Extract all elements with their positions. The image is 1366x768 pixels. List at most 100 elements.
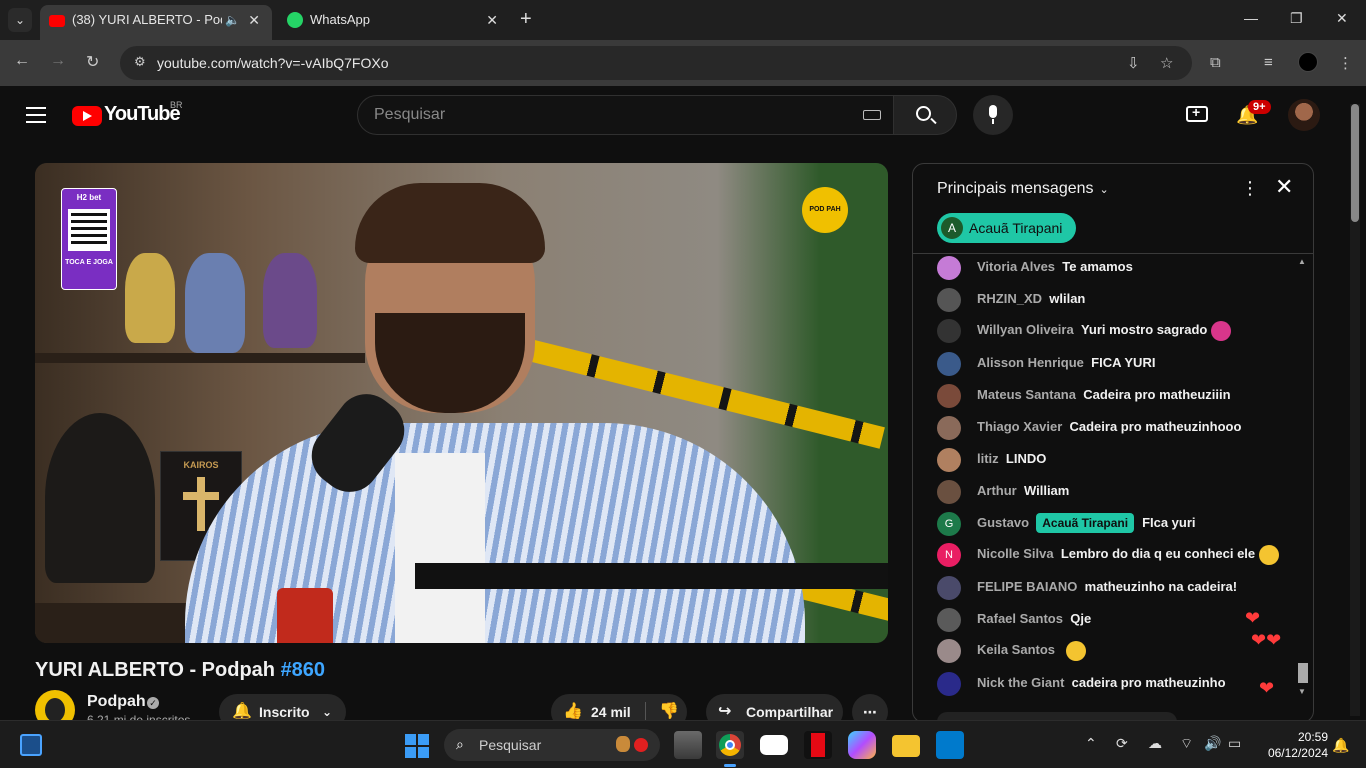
scrollbar-thumb[interactable] [1351, 104, 1359, 222]
minimize-icon[interactable]: — [1244, 10, 1258, 26]
volume-icon[interactable]: 🔊 [1204, 735, 1221, 752]
onedrive-icon[interactable]: ☁ [1148, 735, 1162, 752]
keyboard-icon[interactable] [863, 110, 881, 120]
chat-author-name[interactable]: RHZIN_XD wlilan [977, 287, 1085, 311]
chat-author-avatar[interactable]: N [937, 543, 961, 567]
channel-name[interactable]: Podpah [87, 693, 146, 711]
chat-author-name[interactable]: Willyan Oliveira Yuri mostro sagrado [977, 318, 1232, 342]
chat-author-avatar[interactable] [937, 352, 961, 376]
chat-author-avatar[interactable] [937, 672, 961, 696]
windows-start-icon[interactable] [405, 734, 429, 758]
chat-author-label[interactable]: Keila Santos [977, 642, 1055, 657]
vscode-icon[interactable] [936, 731, 964, 759]
wifi-icon[interactable]: ⌔ [1180, 735, 1193, 753]
chat-scrollbar[interactable]: ▲ ▼ [1297, 257, 1308, 697]
restore-icon[interactable]: ❐ [1290, 10, 1303, 27]
video-hashtag-link[interactable]: #860 [281, 659, 326, 681]
chat-author-name[interactable]: Vitoria Alves Te amamos [977, 255, 1133, 279]
file-explorer-icon[interactable] [892, 735, 920, 757]
tab-youtube[interactable]: (38) YURI ALBERTO - Podpah #860 - YouTub… [40, 5, 272, 40]
chat-author-name[interactable]: litiz LINDO [977, 447, 1046, 471]
battery-icon[interactable]: ▭ [1228, 735, 1241, 752]
video-player[interactable]: KAIROS H2 bet TOCA E JOGA POD PAH [35, 163, 888, 643]
sync-icon[interactable]: ⟳ [1116, 735, 1128, 752]
chat-more-icon[interactable]: ⋮ [1241, 178, 1259, 199]
scroll-up-arrow-icon[interactable]: ▲ [1298, 257, 1306, 266]
chrome-icon[interactable] [716, 731, 744, 767]
install-app-icon[interactable]: ⇩ [1127, 54, 1140, 72]
search-input[interactable] [374, 106, 844, 124]
chat-author-label[interactable]: Willyan Oliveira [977, 322, 1074, 337]
widgets-icon[interactable] [20, 734, 42, 756]
site-info-icon[interactable]: ⚙ [134, 54, 152, 72]
tab-whatsapp[interactable]: WhatsApp ✕ [278, 6, 510, 34]
close-window-icon[interactable]: ✕ [1336, 10, 1348, 27]
chat-author-name[interactable]: Mateus Santana Cadeira pro matheuziiin [977, 383, 1231, 407]
browser-profile-avatar[interactable] [1298, 52, 1318, 72]
pinned-moderator-chip[interactable]: A Acauã Tirapani [937, 213, 1077, 243]
tray-overflow-chevron-icon[interactable]: ⌃ [1085, 735, 1097, 752]
media-control-icon[interactable]: ≡ [1264, 54, 1273, 71]
netflix-icon[interactable] [804, 731, 832, 759]
bookmark-star-icon[interactable]: ☆ [1160, 54, 1173, 72]
chat-author-name[interactable]: Nick the Giant cadeira pro matheuzinho [977, 671, 1226, 695]
chat-author-name[interactable]: Nicolle Silva Lembro do dia q eu conheci… [977, 542, 1280, 566]
chat-author-avatar[interactable] [937, 608, 961, 632]
chat-author-label[interactable]: Rafael Santos [977, 611, 1063, 626]
forward-arrow-icon[interactable]: → [50, 52, 66, 70]
back-arrow-icon[interactable]: ← [14, 52, 30, 70]
moderator-reply-chip[interactable]: Acauã Tirapani [1036, 513, 1135, 533]
url-text[interactable]: youtube.com/watch?v=-vAIbQ7FOXo [157, 55, 389, 71]
chat-author-label[interactable]: Nicolle Silva [977, 546, 1054, 561]
chat-author-label[interactable]: FELIPE BAIANO [977, 579, 1077, 594]
address-bar[interactable]: ⚙ youtube.com/watch?v=-vAIbQ7FOXo ⇩ ☆ [120, 46, 1192, 80]
taskbar-clock[interactable]: 20:59 06/12/2024 [1258, 729, 1328, 761]
tab-search-chevron-icon[interactable]: ⌄ [8, 8, 32, 32]
chat-author-avatar[interactable] [937, 416, 961, 440]
chat-author-label[interactable]: Alisson Henrique [977, 355, 1084, 370]
hamburger-menu-icon[interactable] [26, 107, 46, 123]
user-avatar[interactable] [1288, 99, 1320, 131]
chat-author-label[interactable]: RHZIN_XD [977, 291, 1042, 306]
page-scrollbar[interactable] [1350, 104, 1360, 716]
chat-author-label[interactable]: Nick the Giant [977, 675, 1064, 690]
youtube-app-icon[interactable] [760, 735, 788, 755]
chat-author-name[interactable]: FELIPE BAIANO matheuzinho na cadeira! [977, 575, 1237, 599]
chat-author-avatar[interactable] [937, 319, 961, 343]
taskbar-search[interactable]: ⌕ Pesquisar [444, 729, 660, 761]
chat-author-avatar[interactable] [937, 639, 961, 663]
notification-bell-icon[interactable]: 🔔 [1332, 737, 1349, 754]
scroll-down-arrow-icon[interactable]: ▼ [1298, 687, 1306, 696]
youtube-wordmark[interactable]: YouTube [104, 103, 181, 126]
close-tab-icon[interactable]: ✕ [486, 6, 498, 34]
chat-author-name[interactable]: Arthur William [977, 479, 1069, 503]
chat-author-label[interactable]: Gustavo [977, 515, 1029, 530]
chat-author-label[interactable]: Arthur [977, 483, 1017, 498]
new-tab-plus-icon[interactable]: + [520, 8, 532, 31]
voice-search-mic-icon[interactable] [973, 95, 1013, 135]
chat-author-label[interactable]: Vitoria Alves [977, 259, 1055, 274]
chat-author-avatar[interactable] [937, 448, 961, 472]
extensions-icon[interactable]: ⧉ [1210, 54, 1221, 71]
chat-scrollbar-thumb[interactable] [1298, 663, 1308, 683]
youtube-logo-icon[interactable] [72, 106, 102, 126]
chat-author-label[interactable]: litiz [977, 451, 999, 466]
chat-author-name[interactable]: Keila Santos [977, 638, 1087, 662]
chat-author-avatar[interactable] [937, 384, 961, 408]
chat-author-name[interactable]: Thiago Xavier Cadeira pro matheuzinhooo [977, 415, 1241, 439]
chat-author-name[interactable]: Rafael Santos Qje [977, 607, 1091, 631]
task-view-icon[interactable] [674, 731, 702, 759]
close-chat-icon[interactable]: ✕ [1275, 174, 1293, 200]
speaker-icon[interactable]: 🔈 [225, 5, 240, 35]
chat-author-avatar[interactable]: G [937, 512, 961, 536]
create-video-icon[interactable] [1186, 104, 1208, 122]
chat-author-label[interactable]: Mateus Santana [977, 387, 1076, 402]
close-tab-icon[interactable]: ✕ [248, 5, 260, 35]
reload-icon[interactable]: ↻ [86, 52, 99, 72]
chat-mode-dropdown[interactable]: Principais mensagens ⌄ [937, 180, 1109, 198]
browser-menu-icon[interactable]: ⋮ [1338, 54, 1353, 72]
chat-author-avatar[interactable] [937, 256, 961, 280]
chat-author-name[interactable]: Gustavo Acauã Tirapani FIca yuri [977, 511, 1196, 535]
copilot-icon[interactable] [848, 731, 876, 759]
chat-author-name[interactable]: Alisson Henrique FICA YURI [977, 351, 1155, 375]
